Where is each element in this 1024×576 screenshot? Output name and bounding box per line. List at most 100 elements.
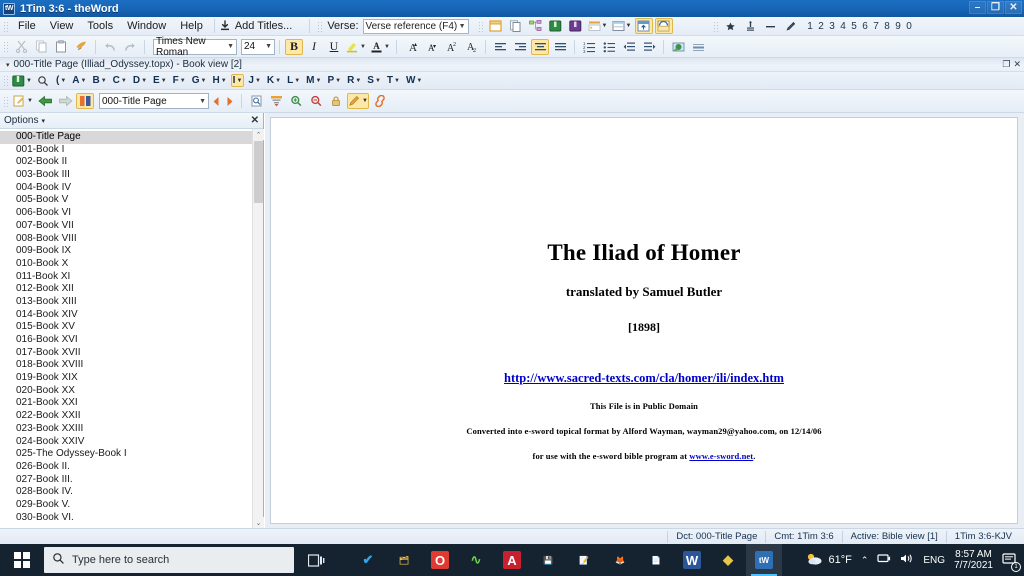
topic-list-item[interactable]: 021-Book XXI (0, 397, 252, 410)
alpha-button-k[interactable]: K ▼ (265, 74, 283, 87)
tray-expand-chevron-icon[interactable]: ⌃ (861, 555, 869, 566)
page-select[interactable]: 000-Title Page ▼ (99, 93, 209, 109)
highlight-color-icon[interactable]: ▼ (345, 39, 367, 55)
verse-reference-select[interactable]: Verse reference (F4) ▼ (362, 18, 469, 34)
topic-list-item[interactable]: 003-Book III (0, 169, 252, 182)
align-left-icon[interactable] (491, 39, 509, 55)
tab-restore-button[interactable]: ❐ (1002, 59, 1010, 70)
redo-icon[interactable] (121, 39, 139, 55)
window-split-icon[interactable]: ▼ (611, 18, 633, 34)
alpha-toolbar-grip[interactable] (2, 74, 9, 87)
topic-list-item[interactable]: 001-Book I (0, 144, 252, 157)
document-tab-title[interactable]: 000-Title Page (Illiad_Odyssey.topx) - B… (14, 59, 242, 70)
view-toolbar-grip[interactable] (476, 19, 484, 33)
alpha-button-j[interactable]: J ▼ (246, 74, 263, 87)
topic-list-item[interactable]: 004-Book IV (0, 182, 252, 195)
align-right-icon[interactable] (511, 39, 529, 55)
topic-list-item[interactable]: 028-Book IV. (0, 486, 252, 499)
save-disk-icon[interactable]: 💾 (530, 544, 566, 576)
weather-widget[interactable]: 61°F (806, 552, 852, 569)
prev-topic-icon[interactable] (210, 93, 222, 109)
topic-list-item[interactable]: 027-Book III. (0, 474, 252, 487)
alpha-button-c[interactable]: C ▼ (111, 74, 129, 87)
number-button-9[interactable]: 9 (893, 21, 904, 32)
alpha-button-i[interactable]: I ▼ (230, 74, 245, 87)
esword-link[interactable]: www.e-sword.net (689, 451, 753, 461)
indent-icon[interactable] (640, 39, 658, 55)
topic-list-item[interactable]: 018-Book XVIII (0, 359, 252, 372)
alpha-button-p[interactable]: P ▼ (325, 74, 343, 87)
tab-close-button[interactable]: ✕ (1013, 59, 1021, 70)
file-explorer-icon[interactable]: 🗂 (386, 544, 422, 576)
new-window-icon[interactable] (487, 18, 505, 34)
number-button-7[interactable]: 7 (871, 21, 882, 32)
superscript-icon[interactable]: A2 (442, 39, 460, 55)
minimize-button[interactable]: – (969, 1, 986, 14)
number-button-1[interactable]: 1 (805, 21, 816, 32)
cut-icon[interactable] (12, 39, 30, 55)
undo-icon[interactable] (101, 39, 119, 55)
microsoft-word-icon[interactable]: W (674, 544, 710, 576)
green-book-icon[interactable] (547, 18, 565, 34)
grow-font-icon[interactable]: A ▴ (402, 39, 420, 55)
chart-app-icon[interactable]: ∿ (458, 544, 494, 576)
find-in-page-icon[interactable] (247, 93, 265, 109)
link-icon[interactable] (371, 93, 389, 109)
alpha-button-s[interactable]: S ▼ (365, 74, 383, 87)
adobe-acrobat-icon[interactable]: A (494, 544, 530, 576)
purple-book-icon[interactable] (567, 18, 585, 34)
alpha-button-f[interactable]: F ▼ (171, 74, 188, 87)
topic-list-item[interactable]: 017-Book XVII (0, 347, 252, 360)
topic-list-item[interactable]: 012-Book XII (0, 283, 252, 296)
logos-app-icon[interactable]: ◆ (710, 544, 746, 576)
font-size-select[interactable]: 24 ▼ (241, 38, 275, 55)
menu-tools[interactable]: Tools (80, 18, 120, 34)
number-button-2[interactable]: 2 (816, 21, 827, 32)
subscript-icon[interactable]: A2 (462, 39, 480, 55)
alpha-button-a[interactable]: A ▼ (70, 74, 88, 87)
bold-button[interactable]: B (285, 38, 303, 55)
toolbar-grip[interactable] (2, 19, 9, 33)
scroll-down-icon[interactable]: ⌄ (253, 517, 264, 528)
download-icon[interactable] (219, 20, 231, 32)
topic-list-item[interactable]: 007-Book VII (0, 220, 252, 233)
alpha-button-r[interactable]: R ▼ (345, 74, 363, 87)
number-button-4[interactable]: 4 (838, 21, 849, 32)
green-book-icon[interactable]: ▼ (12, 73, 32, 89)
number-button-8[interactable]: 8 (882, 21, 893, 32)
alpha-button-l[interactable]: L ▼ (285, 74, 302, 87)
paste-icon[interactable] (52, 39, 70, 55)
windows-start-icon[interactable] (0, 544, 44, 576)
align-center-icon[interactable] (531, 38, 549, 55)
topic-list-item[interactable]: 029-Book V. (0, 499, 252, 512)
alpha-button-w[interactable]: W ▼ (404, 74, 424, 87)
topic-list-item[interactable]: 025-The Odyssey-Book I (0, 448, 252, 461)
topic-list-item[interactable]: 009-Book IX (0, 245, 252, 258)
bullet-list-icon[interactable] (600, 39, 618, 55)
number-button-3[interactable]: 3 (827, 21, 838, 32)
document-viewer-icon[interactable]: 📄 (638, 544, 674, 576)
menu-help[interactable]: Help (173, 18, 210, 34)
task-view-icon[interactable] (298, 544, 334, 576)
add-titles-button[interactable]: Add Titles... (235, 18, 299, 34)
align-justify-icon[interactable] (551, 39, 569, 55)
copy-icon[interactable] (32, 39, 50, 55)
dock-float-icon[interactable] (654, 18, 673, 34)
magnifier-icon[interactable] (34, 73, 52, 89)
topic-list-item[interactable]: 024-Book XXIV (0, 436, 252, 449)
alpha-button-h[interactable]: H ▼ (210, 74, 228, 87)
edit-note-icon[interactable]: ▼ (12, 93, 34, 109)
document-page[interactable]: The Iliad of Homer translated by Samuel … (270, 117, 1018, 524)
topic-list-item[interactable]: 005-Book V (0, 194, 252, 207)
topic-list-item[interactable]: 008-Book VIII (0, 233, 252, 246)
alpha-button-b[interactable]: B ▼ (90, 74, 108, 87)
restore-button[interactable]: ❐ (987, 1, 1004, 14)
next-topic-icon[interactable] (224, 93, 236, 109)
topic-list-item[interactable]: 011-Book XI (0, 271, 252, 284)
collapse-tree-icon[interactable] (267, 93, 285, 109)
firefox-icon[interactable]: 🦊 (602, 544, 638, 576)
topic-list-item[interactable]: 019-Book XIX (0, 372, 252, 385)
underline-button[interactable]: U (325, 39, 343, 55)
topic-list-item[interactable]: 023-Book XXIII (0, 423, 252, 436)
topic-list-item[interactable]: 030-Book VI. (0, 512, 252, 525)
